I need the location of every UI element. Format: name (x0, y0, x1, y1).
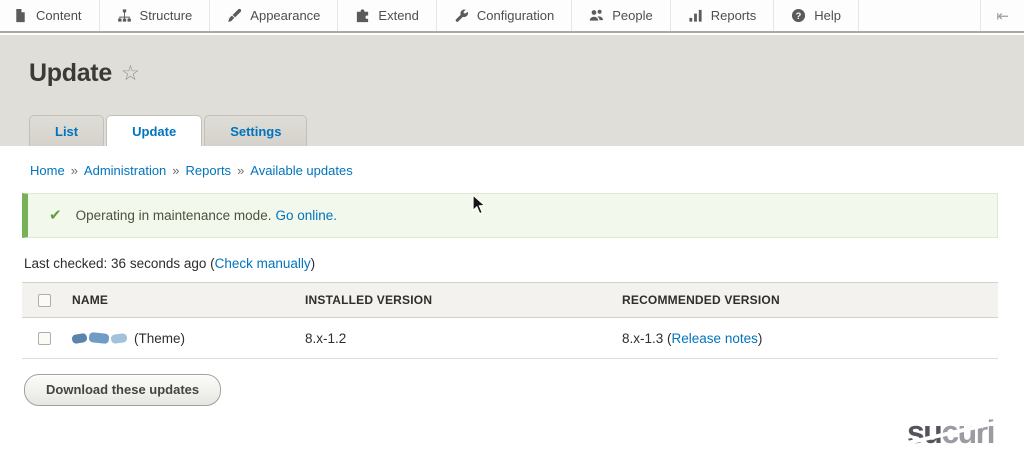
breadcrumb-separator: » (237, 163, 245, 178)
status-text: Operating in maintenance mode. (75, 208, 272, 223)
toolbar-orientation-button[interactable]: ⇤ (980, 0, 1024, 31)
paintbrush-icon (227, 8, 242, 23)
column-header-name: NAME (72, 293, 109, 307)
drupal-admin-screen: Content Structure Appearance Extend Conf… (0, 0, 1024, 469)
go-online-link[interactable]: Go online. (275, 208, 337, 223)
toolbar-item-label: Help (814, 8, 841, 23)
breadcrumb-separator: » (70, 163, 78, 178)
toolbar-item-help[interactable]: ? Help (774, 0, 859, 31)
toolbar-item-label: Structure (139, 8, 193, 23)
breadcrumb-link-administration[interactable]: Administration (84, 163, 166, 178)
table-header-row: NAME INSTALLED VERSION RECOMMENDED VERSI… (22, 282, 998, 318)
tab-update[interactable]: Update (106, 115, 203, 146)
column-header-recommended-version: RECOMMENDED VERSION (622, 293, 780, 307)
recommended-version-text: 8.x-1.3 ( (622, 330, 672, 346)
toolbar-item-label: Extend (378, 8, 419, 23)
breadcrumb: Home » Administration » Reports » Available up… (30, 163, 998, 178)
toolbar-item-appearance[interactable]: Appearance (210, 0, 339, 31)
title-row: Update ☆ (29, 59, 140, 88)
last-checked-text: Last checked: 36 seconds ago ( (24, 256, 215, 271)
admin-toolbar: Content Structure Appearance Extend Conf… (0, 0, 1024, 33)
last-checked-line: Last checked: 36 seconds ago (Check manu… (24, 256, 998, 271)
row-checkbox[interactable] (38, 331, 51, 345)
page-header: Update ☆ List Update Settings (0, 35, 1024, 146)
sucuri-logo: sucuri (901, 414, 1000, 450)
toolbar-item-content[interactable]: Content (0, 0, 100, 31)
breadcrumb-link-home[interactable]: Home (30, 163, 65, 178)
help-icon: ? (791, 8, 806, 23)
toolbar-item-configuration[interactable]: Configuration (437, 0, 573, 31)
check-manually-link[interactable]: Check manually (215, 256, 311, 271)
project-type-label: (Theme) (134, 330, 186, 346)
toolbar-item-label: Appearance (250, 8, 321, 23)
breadcrumb-link-available-updates[interactable]: Available updates (250, 163, 352, 178)
puzzle-icon (355, 8, 370, 23)
bar-chart-icon (688, 8, 703, 23)
recommended-version-suffix: ) (757, 330, 763, 346)
tab-list[interactable]: List (29, 115, 105, 146)
svg-text:?: ? (796, 11, 802, 21)
tab-settings[interactable]: Settings (204, 115, 308, 146)
toolbar-item-label: Configuration (476, 8, 555, 23)
status-message: ✔ Operating in maintenance mode. Go onli… (22, 193, 998, 238)
toolbar-item-structure[interactable]: Structure (100, 0, 211, 31)
sucuri-logo-text-dark: su (906, 414, 943, 450)
installed-version-cell: 8.x-1.2 (305, 330, 347, 346)
breadcrumb-link-reports[interactable]: Reports (186, 163, 232, 178)
updates-table: NAME INSTALLED VERSION RECOMMENDED VERSI… (22, 282, 998, 359)
checkmark-icon: ✔ (49, 207, 62, 224)
select-all-cell (22, 293, 72, 307)
toolbar-item-label: Reports (710, 8, 757, 23)
primary-tabs: List Update Settings (29, 115, 309, 146)
recommended-version-cell: 8.x-1.3 (Release notes) (622, 331, 998, 346)
structure-icon (117, 8, 132, 23)
content-icon (13, 8, 28, 23)
table-row: (Theme) 8.x-1.2 8.x-1.3 (Release notes) (22, 318, 998, 359)
toolbar-item-label: Content (36, 8, 82, 23)
breadcrumb-separator: » (172, 163, 180, 178)
toolbar-item-label: People (612, 8, 653, 23)
row-select-cell (22, 331, 72, 345)
people-icon (589, 8, 604, 23)
wrench-icon (454, 8, 469, 23)
toolbar-collapse-icon: ⇤ (996, 7, 1009, 25)
redacted-project-name-blur (71, 331, 128, 345)
last-checked-suffix: ) (310, 256, 316, 271)
download-updates-button[interactable]: Download these updates (24, 374, 222, 406)
main-content: Home » Administration » Reports » Available up… (0, 146, 1024, 469)
toolbar-item-people[interactable]: People (572, 0, 671, 31)
release-notes-link[interactable]: Release notes (672, 331, 758, 346)
column-header-installed-version: INSTALLED VERSION (305, 293, 433, 307)
project-name-cell: (Theme) (71, 330, 305, 346)
select-all-checkbox[interactable] (38, 293, 51, 307)
toolbar-item-reports[interactable]: Reports (671, 0, 775, 31)
favorite-star-icon[interactable]: ☆ (121, 63, 140, 84)
toolbar-item-extend[interactable]: Extend (338, 0, 437, 31)
page-title: Update (29, 59, 112, 87)
